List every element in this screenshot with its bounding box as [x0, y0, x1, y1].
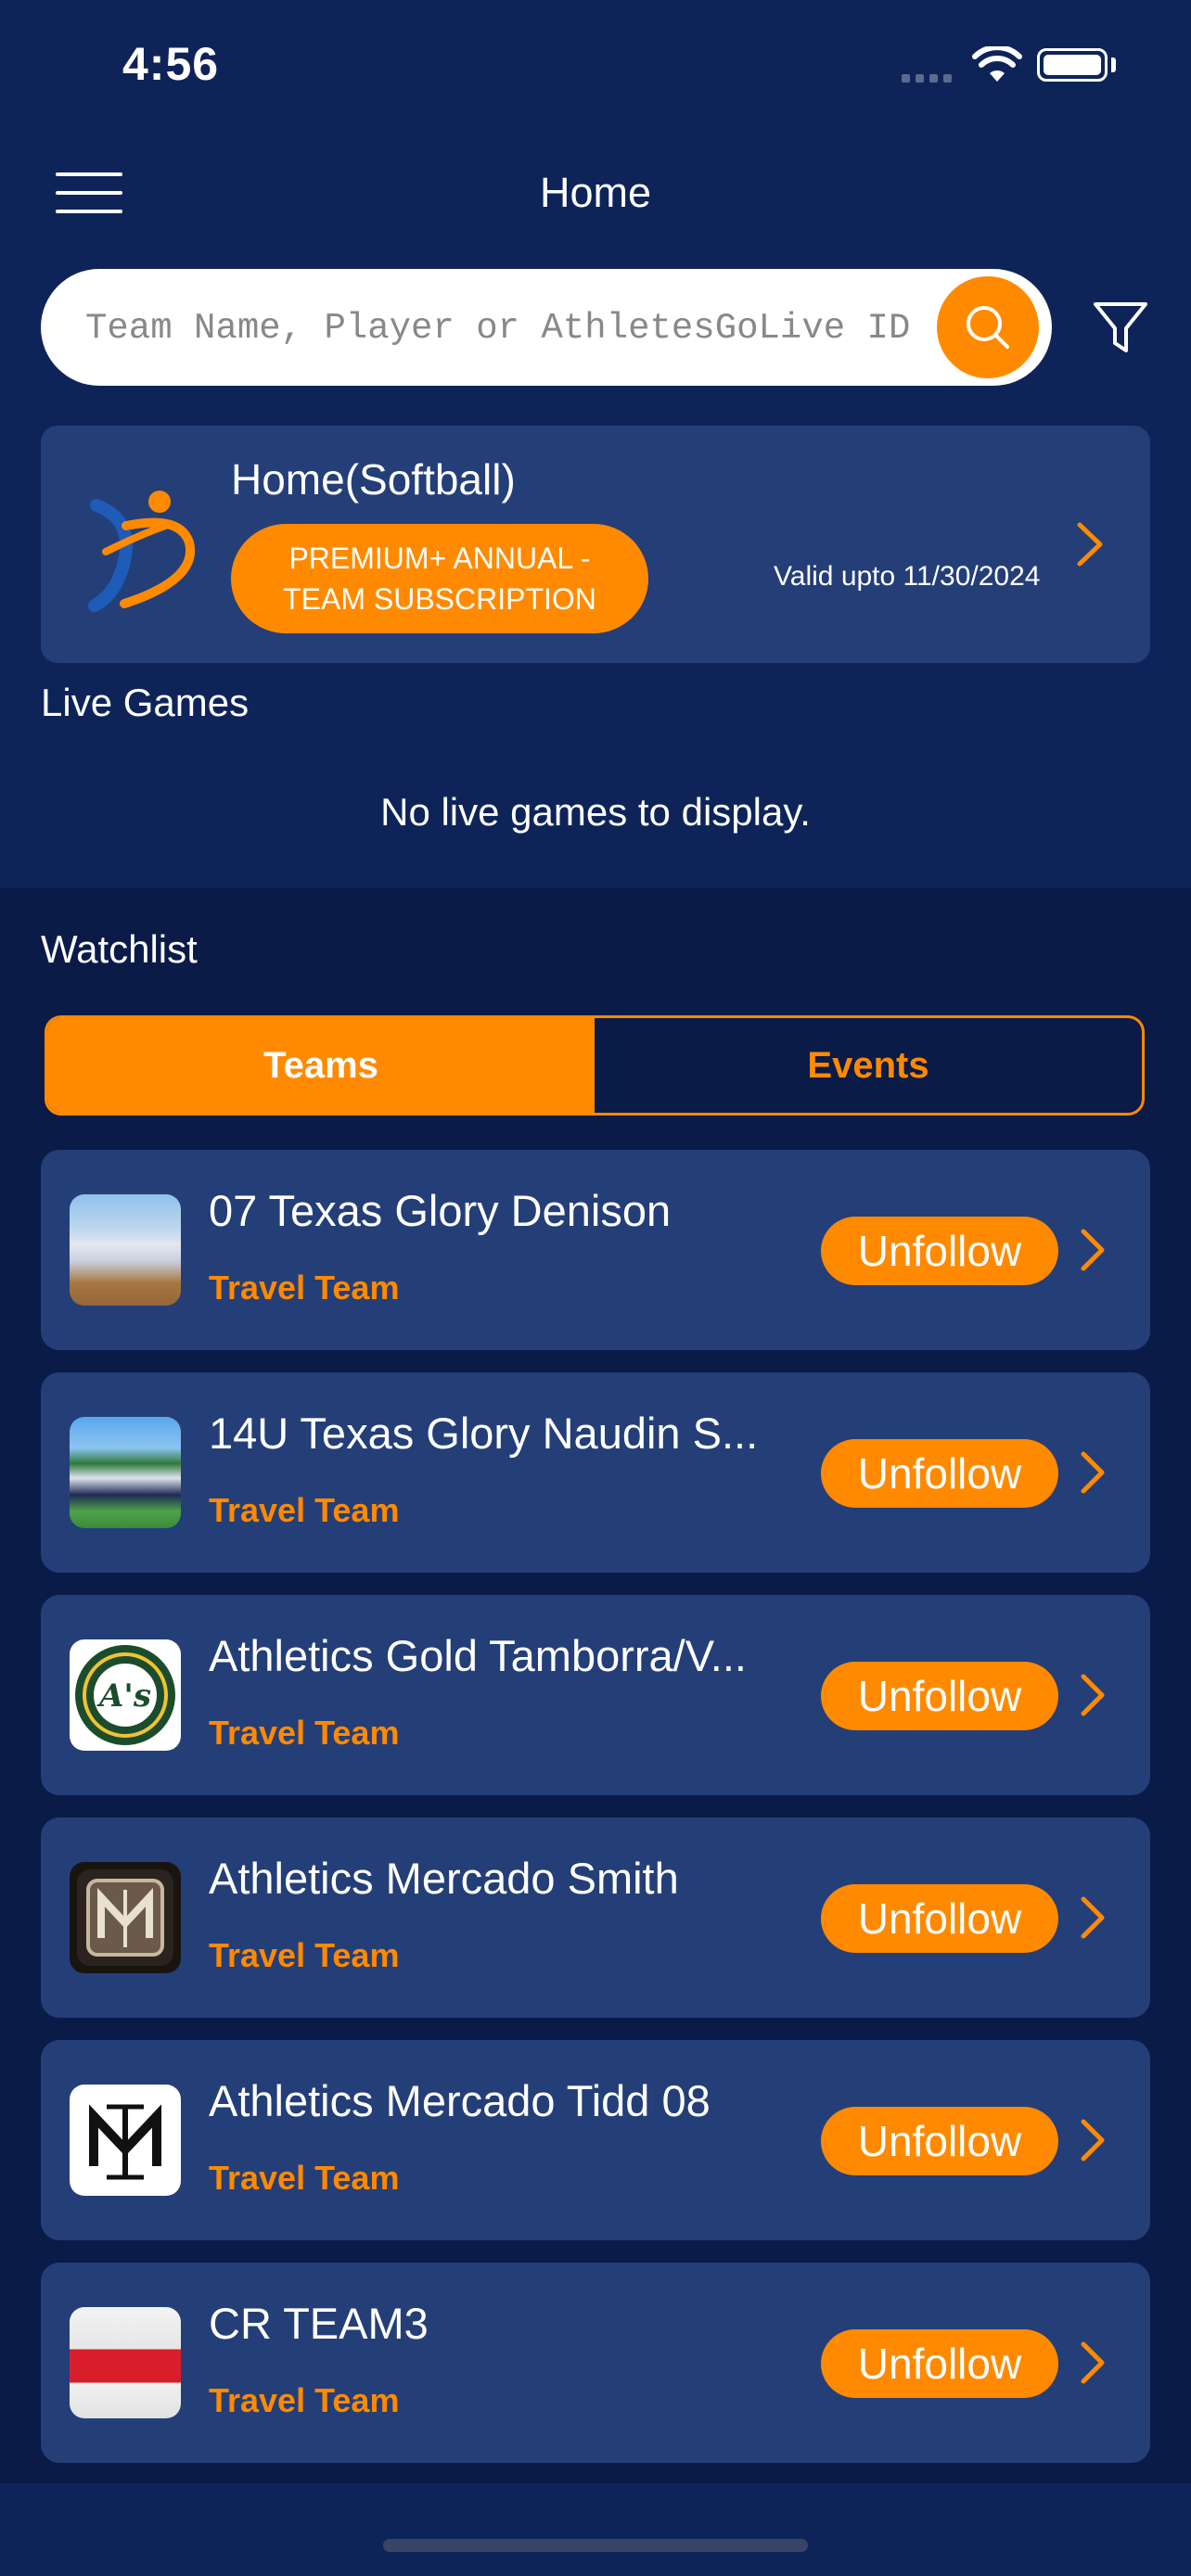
team-photo [70, 1417, 181, 1528]
tab-events[interactable]: Events [595, 1018, 1142, 1113]
team-logo [70, 2307, 181, 2418]
filter-icon[interactable] [1091, 299, 1150, 358]
chevron-right-icon [1081, 2119, 1105, 2162]
bottom-bar [0, 2483, 1191, 2576]
chevron-right-icon [1081, 1896, 1105, 1939]
watchlist-item[interactable]: 07 Texas Glory Denison Travel Team Unfol… [41, 1150, 1150, 1350]
search-button[interactable] [937, 276, 1039, 378]
chevron-right-icon [1081, 1229, 1105, 1271]
unfollow-button[interactable]: Unfollow [821, 1439, 1058, 1508]
team-photo [70, 1194, 181, 1306]
live-games-heading: Live Games [41, 681, 250, 724]
status-time: 4:56 [122, 38, 220, 90]
athletics-logo: A's [75, 1645, 175, 1745]
page-title: Home [539, 169, 652, 216]
team-type: Travel Team [209, 1269, 400, 1307]
team-type: Travel Team [209, 1936, 400, 1974]
subscription-line-2: TEAM SUBSCRIPTION [283, 582, 596, 616]
cellular-signal-icon [902, 74, 952, 83]
team-name: CR TEAM3 [209, 2299, 429, 2348]
team-name: 07 Texas Glory Denison [209, 1186, 672, 1235]
unfollow-button[interactable]: Unfollow [821, 1662, 1058, 1730]
unfollow-button[interactable]: Unfollow [821, 2329, 1058, 2398]
svg-text:A's: A's [96, 1677, 151, 1715]
chevron-right-icon [1081, 2341, 1105, 2384]
wifi-icon [972, 46, 1022, 82]
team-type: Travel Team [209, 2159, 400, 2197]
unfollow-button[interactable]: Unfollow [821, 1884, 1058, 1953]
unfollow-button[interactable]: Unfollow [821, 2107, 1058, 2175]
subscription-badge: PREMIUM+ ANNUAL - TEAM SUBSCRIPTION [231, 524, 648, 633]
watchlist-item[interactable]: Athletics Mercado Tidd 08 Travel Team Un… [41, 2040, 1150, 2240]
team-type: Travel Team [209, 1491, 400, 1529]
home-indicator [383, 2539, 808, 2552]
monogram-logo [89, 2104, 161, 2180]
watchlist-item[interactable]: Athletics Mercado Smith Travel Team Unfo… [41, 1817, 1150, 2018]
team-logo [70, 2085, 181, 2196]
team-type: Travel Team [209, 1714, 400, 1752]
watchlist-tabs: Teams Events [45, 1015, 1145, 1116]
search-input[interactable] [83, 293, 922, 363]
chevron-right-icon [1077, 522, 1103, 567]
watchlist-heading: Watchlist [41, 927, 198, 971]
team-name: Home(Softball) [231, 455, 516, 504]
watchlist-item[interactable]: A's Athletics Gold Tamborra/V... Travel … [41, 1595, 1150, 1795]
team-name: Athletics Gold Tamborra/V... [209, 1631, 747, 1680]
team-name: 14U Texas Glory Naudin S... [209, 1409, 759, 1458]
team-name: Athletics Mercado Smith [209, 1854, 679, 1903]
chevron-right-icon [1081, 1451, 1105, 1494]
battery-icon [1037, 48, 1108, 82]
team-logo: A's [70, 1639, 181, 1751]
tab-teams[interactable]: Teams [47, 1018, 595, 1113]
battery-nub [1111, 57, 1116, 72]
team-logo [88, 491, 196, 612]
subscription-line-1: PREMIUM+ ANNUAL - [288, 542, 591, 575]
championship-ring-logo [77, 1869, 173, 1966]
no-live-games-message: No live games to display. [380, 790, 811, 834]
team-logo [70, 1862, 181, 1973]
unfollow-button[interactable]: Unfollow [821, 1217, 1058, 1285]
valid-until-text: Valid upto 11/30/2024 [774, 561, 1041, 592]
search-bar [41, 269, 1052, 386]
team-type: Travel Team [209, 2381, 400, 2419]
search-icon [967, 306, 1009, 349]
chevron-right-icon [1081, 1674, 1105, 1716]
team-name: Athletics Mercado Tidd 08 [209, 2076, 711, 2125]
watchlist-item[interactable]: CR TEAM3 Travel Team Unfollow [41, 2263, 1150, 2463]
watchlist-item[interactable]: 14U Texas Glory Naudin S... Travel Team … [41, 1372, 1150, 1573]
